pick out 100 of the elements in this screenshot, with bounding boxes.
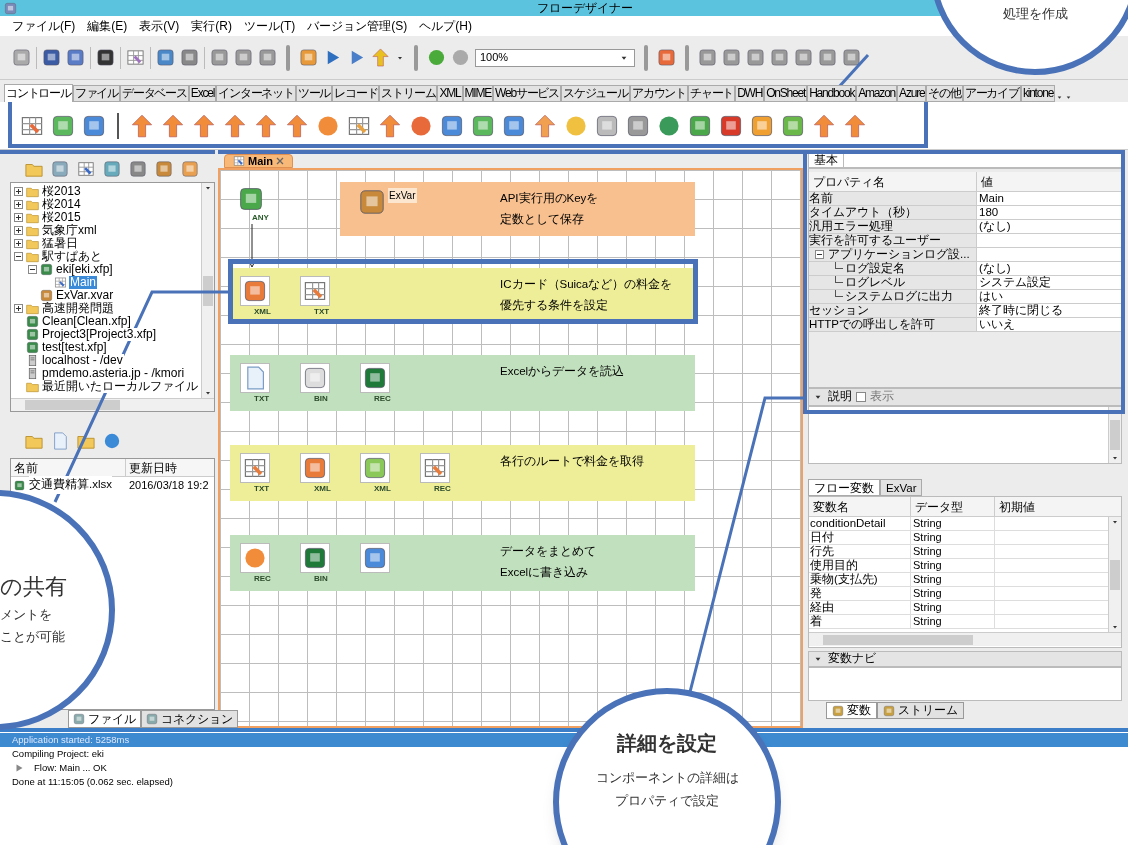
- palette-tab[interactable]: その他: [926, 85, 963, 102]
- variable-tab[interactable]: フロー変数: [808, 479, 880, 496]
- tree-item[interactable]: 猛暑日: [41, 237, 79, 250]
- branch-arrow-icon[interactable]: [254, 113, 278, 138]
- tree-item[interactable]: 最近開いたローカルファイル: [41, 380, 199, 393]
- palette-tab[interactable]: チャート: [687, 85, 736, 102]
- palette-tab[interactable]: データベース: [120, 85, 189, 102]
- palette-tab[interactable]: Azure: [897, 85, 927, 102]
- file-name[interactable]: 交通費精算.xlsx: [29, 476, 112, 494]
- panel-tab[interactable]: 変数: [826, 702, 877, 719]
- palette-tab[interactable]: ツール: [295, 85, 333, 102]
- property-value[interactable]: (なし): [977, 220, 1121, 233]
- palette-tab[interactable]: OnSheet: [764, 85, 808, 102]
- palette-tab[interactable]: ストリーム: [379, 85, 438, 102]
- tree-item[interactable]: localhost - /dev: [41, 354, 124, 367]
- forward-icon[interactable]: [451, 48, 470, 67]
- property-value[interactable]: 180: [977, 206, 1121, 219]
- column-header[interactable]: プロパティ名: [809, 172, 977, 191]
- menu-item[interactable]: ファイル(F): [12, 17, 76, 35]
- expand-toggle-icon[interactable]: [14, 239, 23, 248]
- description-field[interactable]: [808, 406, 1122, 464]
- property-value[interactable]: 終了時に閉じる: [977, 304, 1121, 317]
- tree-item[interactable]: ExVar.xvar: [55, 289, 115, 302]
- expand-toggle-icon[interactable]: [815, 250, 824, 259]
- menu-item[interactable]: ヘルプ(H): [419, 17, 472, 35]
- property-value[interactable]: はい: [977, 290, 1121, 303]
- branch-arrow-icon[interactable]: [223, 113, 247, 138]
- branch-arrow-icon[interactable]: [130, 113, 154, 138]
- palette-tab[interactable]: Amazon: [856, 85, 898, 102]
- scroll-thumb[interactable]: [203, 275, 213, 306]
- vertical-scrollbar[interactable]: [1108, 517, 1121, 632]
- expand-toggle-icon[interactable]: [14, 226, 23, 235]
- tree-item[interactable]: pmdemo.asteria.jp - /kmori: [41, 367, 186, 380]
- back-icon[interactable]: [427, 48, 446, 67]
- menu-item[interactable]: 編集(E): [87, 17, 128, 35]
- vertical-scrollbar[interactable]: [201, 183, 214, 398]
- tree-item[interactable]: 駅すぱあと: [41, 250, 103, 263]
- property-value[interactable]: いいえ: [977, 318, 1121, 331]
- start-component-icon[interactable]: [238, 186, 264, 212]
- horizontal-scrollbar[interactable]: [11, 398, 214, 411]
- menu-item[interactable]: 実行(R): [191, 17, 232, 35]
- palette-tab[interactable]: コントロール: [4, 84, 73, 102]
- menu-item[interactable]: バージョン管理(S): [307, 17, 408, 35]
- zoom-select[interactable]: 100%: [475, 48, 635, 67]
- scroll-thumb[interactable]: [1110, 420, 1120, 450]
- start-square-icon[interactable]: [51, 113, 75, 138]
- palette-tab[interactable]: レコード: [332, 85, 380, 102]
- palette-tab[interactable]: アカウント: [629, 85, 688, 102]
- horizontal-scrollbar[interactable]: [809, 632, 1121, 646]
- column-header[interactable]: 変数名: [809, 497, 911, 516]
- tree-item[interactable]: 桜2014: [41, 198, 82, 211]
- menu-item[interactable]: ツール(T): [244, 17, 296, 35]
- expand-toggle-icon[interactable]: [14, 213, 23, 222]
- vertical-scrollbar[interactable]: [1108, 407, 1121, 463]
- panel-tab[interactable]: コネクション: [141, 710, 238, 728]
- editor-tab[interactable]: Main: [224, 154, 294, 168]
- tree-item[interactable]: 気象庁xml: [41, 224, 98, 237]
- flow-icon[interactable]: [77, 160, 95, 178]
- palette-tab[interactable]: Handbook: [807, 85, 857, 102]
- palette-tab[interactable]: kintone: [1020, 85, 1056, 102]
- palette-tab[interactable]: Excel: [188, 85, 217, 102]
- log-line[interactable]: Flow: Main ... OK: [34, 760, 107, 776]
- property-value[interactable]: システム設定: [977, 276, 1121, 289]
- column-header[interactable]: 初期値: [995, 497, 1121, 516]
- checkbox[interactable]: [856, 392, 866, 402]
- palette-tab[interactable]: アーカイブ: [962, 85, 1021, 102]
- close-icon[interactable]: [276, 157, 285, 165]
- palette-tab[interactable]: MIME: [462, 85, 494, 102]
- tree-item[interactable]: 桜2013: [41, 185, 82, 198]
- log-line[interactable]: Compiling Project: eki: [12, 746, 104, 762]
- branch-arrow-icon[interactable]: [192, 113, 216, 138]
- property-value[interactable]: Main: [977, 192, 1121, 205]
- document-icon[interactable]: [51, 432, 69, 450]
- expand-toggle-icon[interactable]: [28, 265, 37, 274]
- tree-item[interactable]: Project3[Project3.xfp]: [41, 328, 158, 341]
- tree-item[interactable]: eki[eki.xfp]: [55, 263, 114, 276]
- expand-toggle-icon[interactable]: [14, 304, 23, 313]
- palette-tab[interactable]: Webサービス: [493, 85, 562, 102]
- scroll-thumb[interactable]: [25, 400, 120, 410]
- palette-tab[interactable]: XML: [437, 85, 463, 102]
- log-line[interactable]: Done at 11:15:05 (0.062 sec. elapsed): [12, 774, 173, 790]
- branch-arrow-icon[interactable]: [285, 113, 309, 138]
- menu-item[interactable]: 表示(V): [139, 17, 180, 35]
- palette-tab[interactable]: DWH: [735, 85, 765, 102]
- tree-item[interactable]: 桜2015: [41, 211, 82, 224]
- expand-toggle-icon[interactable]: [14, 187, 23, 196]
- tree-item[interactable]: 高速開発問題: [41, 302, 115, 315]
- scroll-thumb[interactable]: [1110, 559, 1120, 590]
- tree-item[interactable]: Main: [69, 276, 97, 289]
- palette-tab[interactable]: ファイル: [72, 85, 120, 102]
- scroll-thumb[interactable]: [823, 634, 973, 645]
- panel-tab[interactable]: ストリーム: [877, 702, 964, 719]
- property-value[interactable]: (なし): [977, 262, 1121, 275]
- column-header[interactable]: 値: [977, 172, 1121, 191]
- tree-item[interactable]: Clean[Clean.xfp]: [41, 315, 132, 328]
- expand-toggle-icon[interactable]: [14, 252, 23, 261]
- palette-tab[interactable]: スケジュール: [561, 85, 630, 102]
- expand-toggle-icon[interactable]: [14, 200, 23, 209]
- column-header[interactable]: 更新日時: [126, 459, 214, 476]
- palette-tab[interactable]: インターネット: [216, 85, 296, 102]
